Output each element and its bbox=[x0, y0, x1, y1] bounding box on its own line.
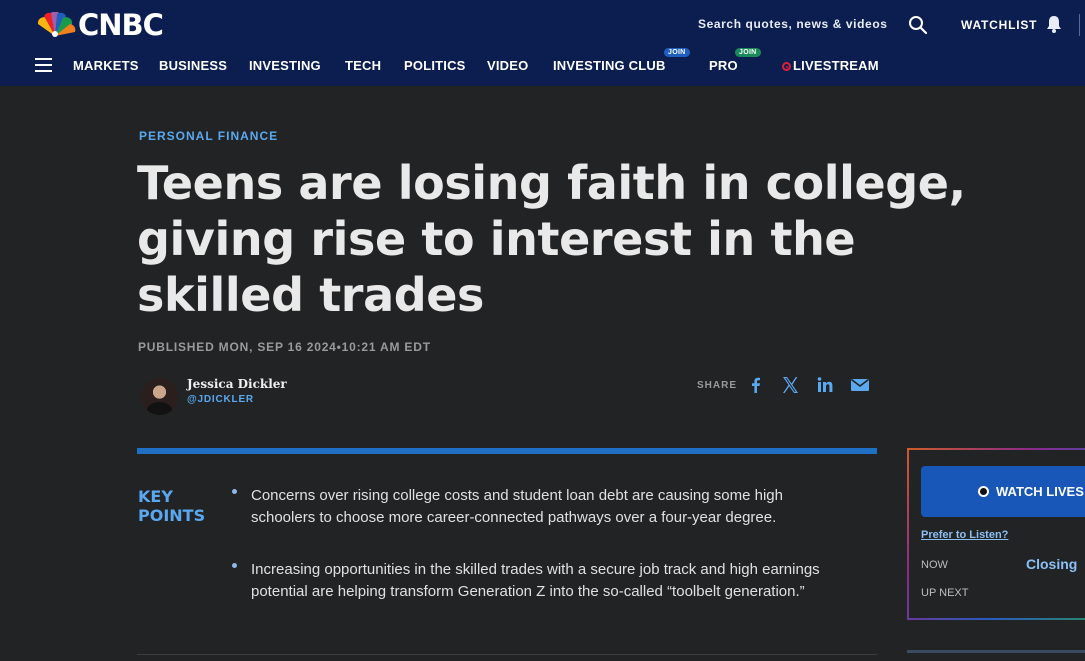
facebook-icon[interactable] bbox=[746, 376, 766, 394]
join-badge-pro[interactable]: JOIN bbox=[735, 48, 761, 57]
nav-item-investing-club[interactable]: INVESTING CLUB bbox=[553, 58, 666, 73]
live-dot-icon bbox=[782, 62, 791, 71]
search-icon[interactable] bbox=[908, 15, 928, 35]
section-divider bbox=[137, 654, 877, 655]
now-label: NOW bbox=[921, 559, 948, 571]
bell-icon[interactable] bbox=[1044, 14, 1064, 34]
key-points-list: Concerns over rising college costs and s… bbox=[230, 485, 830, 633]
up-next-label: UP NEXT bbox=[921, 587, 969, 599]
search-input[interactable]: Search quotes, news & videos bbox=[698, 17, 888, 31]
nav-item-business[interactable]: BUSINESS bbox=[159, 58, 227, 73]
peacock-icon bbox=[37, 12, 76, 37]
watchlist-link[interactable]: WATCHLIST bbox=[961, 18, 1037, 32]
share-label: SHARE bbox=[697, 380, 738, 391]
x-icon[interactable] bbox=[780, 376, 800, 394]
join-badge-club[interactable]: JOIN bbox=[664, 48, 690, 57]
header-divider bbox=[1079, 14, 1080, 36]
nav-item-tech[interactable]: TECH bbox=[345, 58, 381, 73]
key-points-divider bbox=[137, 448, 877, 454]
nav-item-video[interactable]: VIDEO bbox=[487, 58, 528, 73]
key-point-item: Concerns over rising college costs and s… bbox=[230, 485, 830, 529]
key-point-item: Increasing opportunities in the skilled … bbox=[230, 559, 830, 603]
livestream-label: LIVESTREAM bbox=[793, 58, 879, 73]
logo-text: CNBC bbox=[78, 8, 164, 42]
now-show-title[interactable]: Closing bbox=[1026, 556, 1077, 572]
article-headline: Teens are losing faith in college, givin… bbox=[137, 156, 966, 322]
nav-item-markets[interactable]: MARKETS bbox=[73, 58, 139, 73]
author-handle[interactable]: @JDICKLER bbox=[187, 394, 254, 405]
nav-item-livestream[interactable]: LIVESTREAM bbox=[782, 58, 879, 73]
published-date: PUBLISHED MON, SEP 16 2024•10:21 AM EDT bbox=[138, 340, 431, 354]
key-points-title: KEY POINTS bbox=[138, 487, 206, 525]
linkedin-icon[interactable] bbox=[815, 376, 835, 394]
nav-item-pro[interactable]: PRO bbox=[709, 58, 738, 73]
nav-item-politics[interactable]: POLITICS bbox=[404, 58, 466, 73]
article-category[interactable]: PERSONAL FINANCE bbox=[139, 129, 278, 143]
watch-live-label[interactable]: WATCH LIVES bbox=[996, 484, 1084, 499]
nav-item-investing[interactable]: INVESTING bbox=[249, 58, 321, 73]
play-ring-icon bbox=[978, 486, 989, 497]
email-icon[interactable] bbox=[850, 376, 870, 394]
cnbc-logo[interactable]: CNBC bbox=[34, 8, 164, 42]
site-header: CNBC Search quotes, news & videos WATCHL… bbox=[0, 0, 1085, 86]
prefer-to-listen-link[interactable]: Prefer to Listen? bbox=[921, 529, 1008, 541]
widget-bottom-bar bbox=[907, 650, 1085, 653]
author-avatar[interactable] bbox=[141, 378, 178, 415]
hamburger-menu-icon[interactable] bbox=[35, 58, 52, 72]
author-name[interactable]: Jessica Dickler bbox=[187, 377, 287, 391]
